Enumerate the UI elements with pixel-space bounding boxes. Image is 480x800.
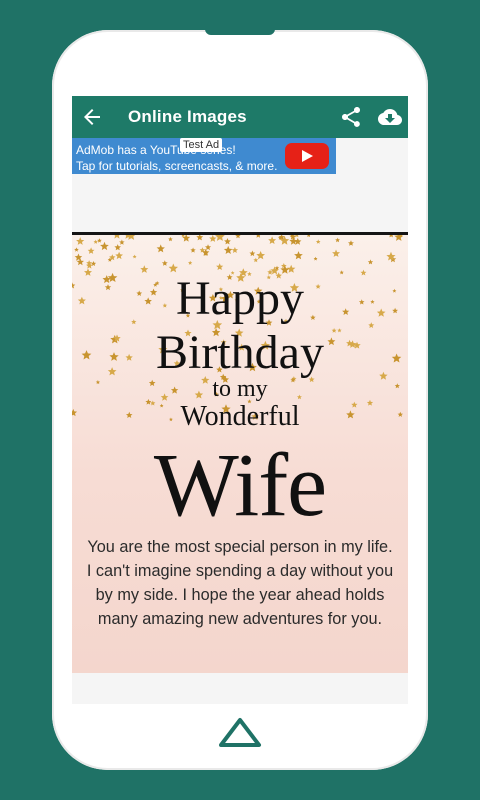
gold-star: [256, 251, 265, 260]
gold-star: [93, 239, 98, 244]
gold-star: [97, 238, 102, 243]
youtube-play-icon[interactable]: [285, 143, 329, 169]
gold-star: [209, 235, 217, 242]
gold-star: [307, 235, 311, 237]
gold-star: [231, 247, 238, 253]
gold-star: [389, 235, 393, 238]
gold-star: [74, 247, 79, 252]
gold-star: [313, 256, 318, 261]
gold-star: [115, 251, 123, 260]
page-title: Online Images: [128, 107, 247, 126]
gold-star: [156, 244, 165, 253]
gold-star: [224, 238, 231, 245]
gold-star: [76, 237, 85, 245]
gold-star: [74, 253, 83, 261]
home-icon[interactable]: [217, 715, 263, 749]
ad-description: Tap for tutorials, screencasts, & more.: [76, 159, 278, 173]
play-triangle: [302, 150, 313, 162]
gold-star: [114, 244, 121, 251]
gold-star: [294, 251, 303, 260]
gold-star: [119, 239, 125, 245]
birthday-card-image: Happy Birthday to my Wonderful Wife You …: [72, 232, 408, 673]
gold-star: [339, 270, 344, 275]
gold-star: [190, 247, 196, 253]
cloud-download-icon[interactable]: [378, 105, 402, 129]
share-icon[interactable]: [339, 105, 363, 129]
test-ad-badge: Test Ad: [180, 138, 223, 152]
gold-star: [188, 260, 193, 265]
gold-star: [87, 247, 95, 254]
gold-star: [315, 239, 321, 244]
gold-star: [268, 236, 277, 244]
gold-star: [256, 235, 261, 238]
card-line-wonderful: Wonderful: [180, 401, 300, 432]
gold-star: [100, 241, 109, 251]
gold-star: [161, 260, 168, 266]
phone-speaker: [205, 29, 275, 35]
gold-star: [249, 250, 256, 257]
gold-star: [394, 235, 404, 241]
gold-star: [235, 235, 241, 239]
gold-star: [332, 249, 340, 257]
card-line-wife: Wife: [153, 436, 327, 535]
gold-star: [140, 265, 149, 273]
card-line-birthday: Birthday: [156, 326, 324, 379]
gold-star: [223, 245, 233, 254]
gold-star: [168, 236, 173, 242]
gold-star: [281, 263, 287, 269]
gold-star: [367, 259, 374, 265]
gold-star: [335, 237, 340, 243]
gold-star: [368, 322, 375, 328]
gold-star: [114, 235, 120, 239]
gold-star: [215, 235, 225, 241]
ad-banner[interactable]: AdMob has a YouTube series! Tap for tuto…: [72, 138, 336, 174]
gold-star: [348, 240, 354, 246]
arrow-back-icon[interactable]: [80, 105, 104, 129]
gold-star: [196, 235, 204, 241]
card-line-happy: Happy: [176, 272, 304, 325]
app-screen: Online Images AdMob has a YouTube series…: [72, 96, 408, 704]
card-line-to-my: to my: [212, 376, 268, 402]
card-message: You are the most special person in my li…: [86, 538, 394, 628]
gold-star: [132, 254, 137, 259]
gold-star: [216, 263, 224, 270]
app-bar: Online Images: [72, 96, 408, 138]
gold-star: [253, 257, 259, 263]
